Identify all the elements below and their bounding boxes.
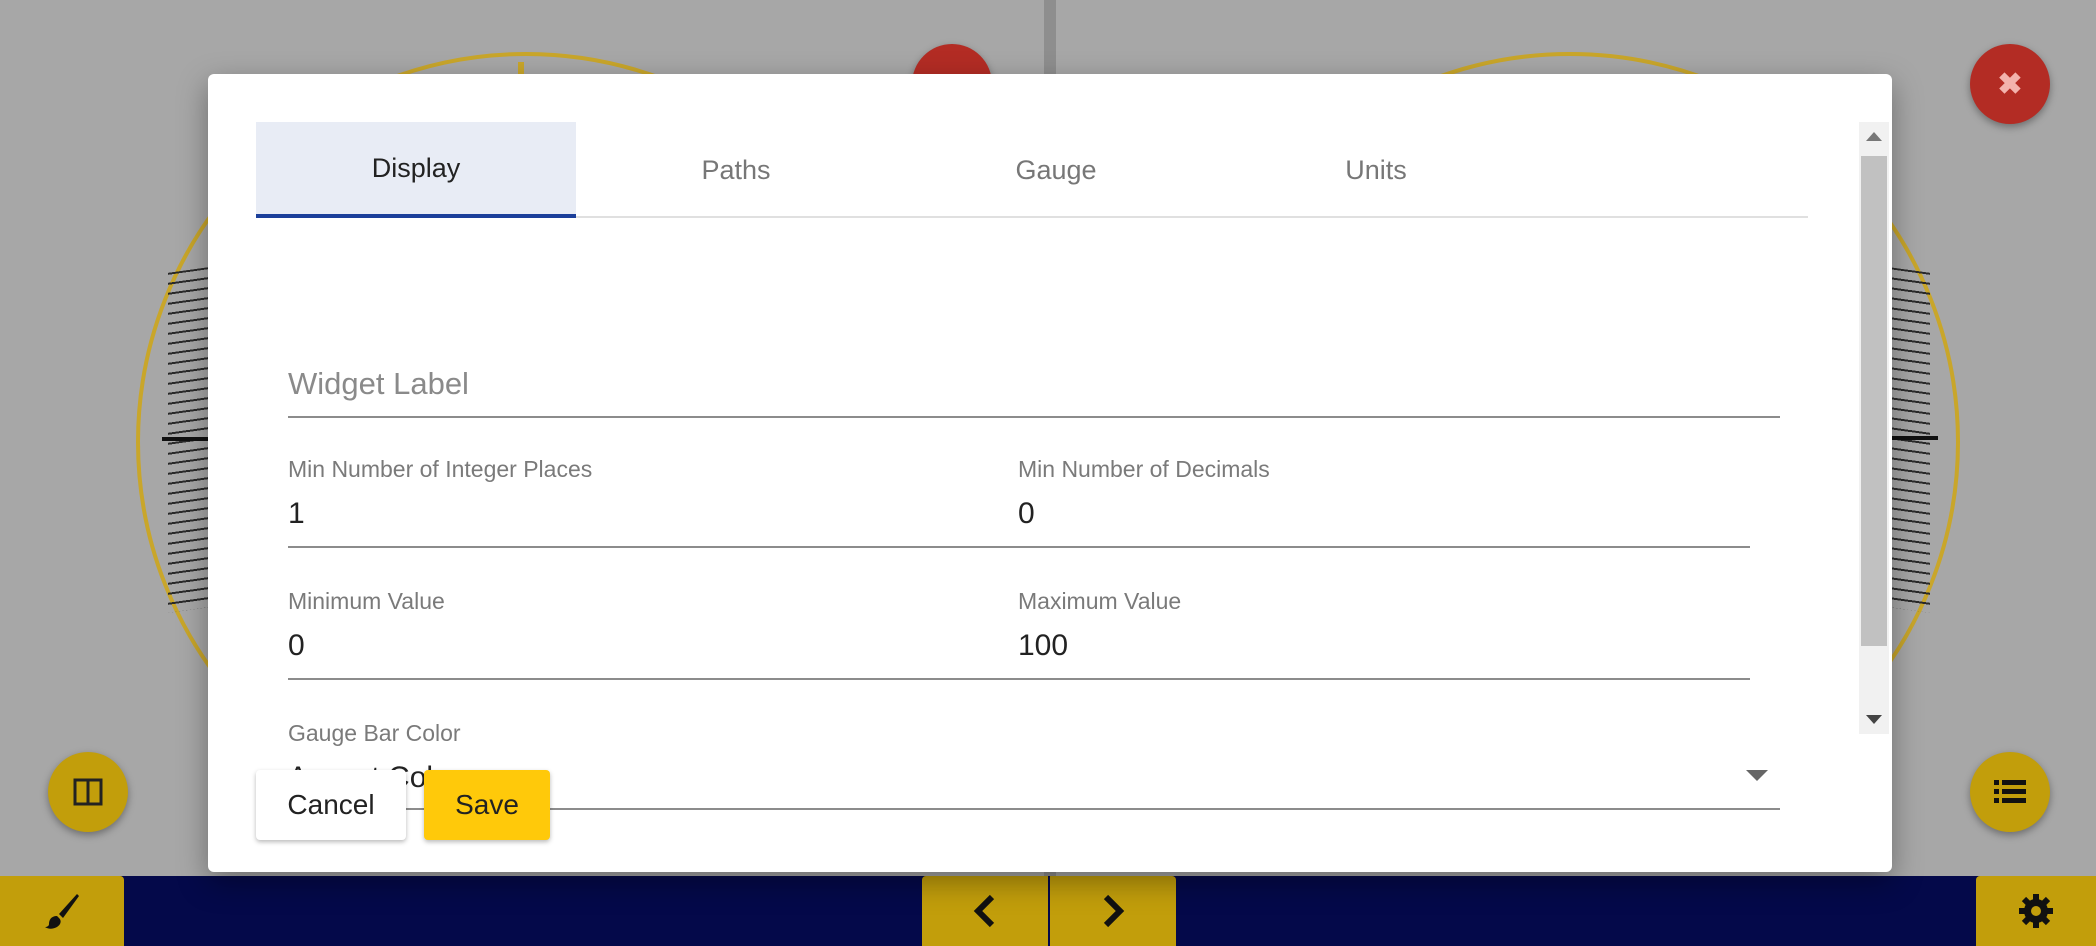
- scrollbar-thumb[interactable]: [1861, 156, 1887, 646]
- close-icon: ✖: [1997, 67, 2023, 101]
- chevron-left-icon: [973, 894, 995, 928]
- minimum-value-label: Minimum Value: [288, 588, 445, 614]
- previous-page-button[interactable]: [922, 876, 1048, 946]
- maximum-value-field[interactable]: Maximum Value 100: [1018, 588, 1750, 680]
- theme-button[interactable]: [0, 876, 124, 946]
- gauge-bar-color-label: Gauge Bar Color: [288, 720, 461, 746]
- close-button[interactable]: ✖: [1970, 44, 2050, 124]
- left-gauge-major-tick: [162, 437, 208, 441]
- tab-gauge[interactable]: Gauge: [896, 122, 1216, 218]
- scroll-up-arrow-icon[interactable]: [1866, 132, 1882, 141]
- min-integer-places-label: Min Number of Integer Places: [288, 456, 593, 482]
- bottom-toolbar: [0, 876, 2096, 946]
- min-integer-places-underline: [288, 546, 1018, 548]
- list-button[interactable]: [1970, 752, 2050, 832]
- minimum-value-value[interactable]: 0: [288, 629, 1018, 663]
- minimum-value-underline: [288, 678, 1018, 680]
- widget-label-placeholder: Widget Label: [288, 366, 469, 401]
- dialog-scrollbar[interactable]: [1859, 122, 1889, 734]
- maximum-value-underline: [1018, 678, 1750, 680]
- gear-icon: [2019, 894, 2053, 928]
- layout-button[interactable]: [48, 752, 128, 832]
- min-decimals-label: Min Number of Decimals: [1018, 456, 1270, 482]
- cancel-button[interactable]: Cancel: [256, 770, 406, 840]
- save-button[interactable]: Save: [424, 770, 550, 840]
- tab-paths[interactable]: Paths: [576, 122, 896, 218]
- list-icon: [1994, 780, 2026, 803]
- settings-tabs: Display Paths Gauge Units: [256, 122, 1808, 218]
- min-integer-places-value[interactable]: 1: [288, 497, 1018, 531]
- right-gauge-ticks: [1890, 267, 1930, 613]
- maximum-value-label: Maximum Value: [1018, 588, 1182, 614]
- right-gauge-major-tick: [1892, 436, 1938, 440]
- minimum-value-field[interactable]: Minimum Value 0: [288, 588, 1018, 680]
- widget-label-field[interactable]: Widget Label: [288, 286, 1780, 418]
- widget-label-underline: [288, 416, 1780, 418]
- next-page-button[interactable]: [1050, 876, 1176, 946]
- min-decimals-field[interactable]: Min Number of Decimals 0: [1018, 456, 1750, 548]
- chevron-right-icon: [1103, 894, 1125, 928]
- paintbrush-icon: [45, 894, 79, 929]
- columns-icon: [73, 778, 103, 806]
- min-integer-places-field[interactable]: Min Number of Integer Places 1: [288, 456, 1018, 548]
- maximum-value-value[interactable]: 100: [1018, 629, 1750, 663]
- widget-settings-dialog: Display Paths Gauge Units Widget Label M…: [208, 74, 1892, 872]
- scroll-down-arrow-icon[interactable]: [1866, 715, 1882, 724]
- dropdown-arrow-icon[interactable]: [1746, 770, 1768, 781]
- min-decimals-value[interactable]: 0: [1018, 497, 1750, 531]
- tab-display[interactable]: Display: [256, 122, 576, 218]
- tab-units[interactable]: Units: [1216, 122, 1536, 218]
- settings-button[interactable]: [1976, 876, 2096, 946]
- min-decimals-underline: [1018, 546, 1750, 548]
